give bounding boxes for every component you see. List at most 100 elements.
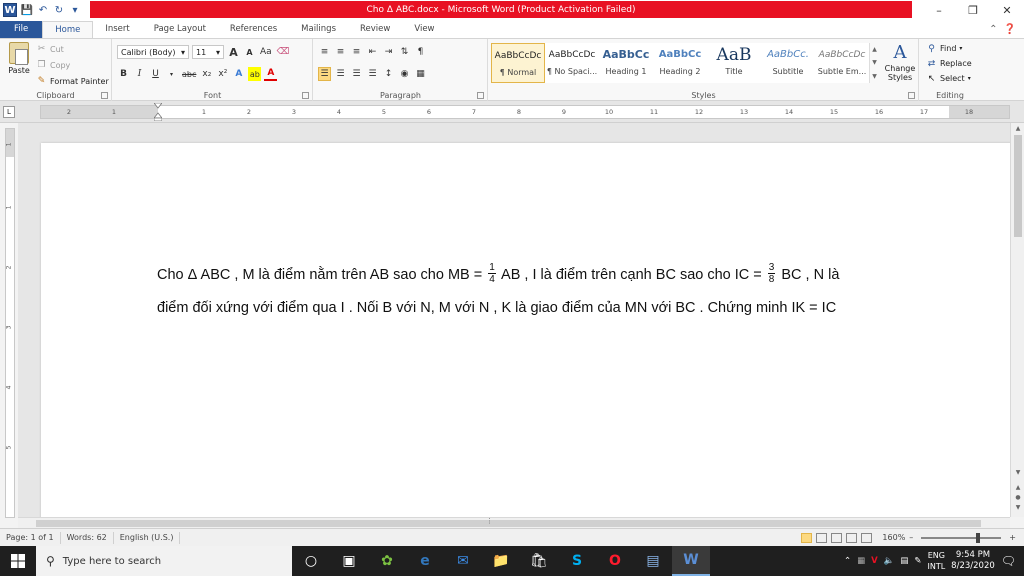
redo-icon[interactable]: ↻ — [53, 4, 65, 16]
underline-button[interactable]: U — [149, 67, 162, 81]
taskbar-search[interactable]: ⚲ Type here to search — [36, 546, 292, 576]
next-page-icon[interactable]: ▼ — [1013, 503, 1023, 513]
edge-icon[interactable]: e — [406, 546, 444, 576]
word-logo-icon[interactable]: W — [3, 3, 17, 17]
clock[interactable]: 9:54 PM 8/23/2020 — [951, 550, 995, 572]
tab-mailings[interactable]: Mailings — [289, 21, 348, 38]
borders-icon[interactable]: ▦ — [414, 67, 427, 81]
sort-icon[interactable]: ⇅ — [398, 45, 411, 59]
shrink-font-button[interactable]: A — [243, 45, 256, 59]
document-body[interactable]: Cho Δ ABC , M là điểm nằm trên AB sao ch… — [157, 259, 917, 325]
task-view-icon[interactable]: ▣ — [330, 546, 368, 576]
paragraph-launcher-icon[interactable] — [477, 92, 484, 99]
bullets-icon[interactable]: ≡ — [318, 45, 331, 59]
notification-icon[interactable]: 🗨 — [1001, 554, 1016, 568]
save-icon[interactable]: 💾 — [21, 4, 33, 16]
app-window-icon[interactable]: ▤ — [634, 546, 672, 576]
bold-button[interactable]: B — [117, 67, 130, 81]
scroll-up-icon[interactable]: ▲ — [1013, 124, 1023, 134]
numbering-icon[interactable]: ≡ — [334, 45, 347, 59]
browse-object-icon[interactable]: ● — [1013, 493, 1023, 503]
multilevel-list-icon[interactable]: ≡ — [350, 45, 363, 59]
horizontal-scroll-thumb[interactable] — [36, 520, 981, 527]
subscript-button[interactable]: x₂ — [200, 67, 213, 81]
align-left-icon[interactable]: ☰ — [318, 67, 331, 81]
opera-icon[interactable]: O — [596, 546, 634, 576]
network-icon[interactable]: ▤ — [900, 556, 908, 566]
chevron-up-icon[interactable]: ▲ — [872, 46, 877, 53]
find-button[interactable]: ⚲ Find ▾ — [926, 41, 972, 56]
decrease-indent-icon[interactable]: ⇤ — [366, 45, 379, 59]
vertical-scroll-thumb[interactable] — [1014, 135, 1022, 237]
tab-page-layout[interactable]: Page Layout — [142, 21, 218, 38]
show-formatting-button[interactable]: ¶ — [414, 45, 427, 59]
scroll-down-icon[interactable]: ▼ — [1013, 468, 1023, 478]
style-subtle-emphasis[interactable]: AaBbCcDc Subtle Em... — [815, 43, 869, 83]
input-language[interactable]: ENG INTL — [927, 550, 945, 572]
tab-insert[interactable]: Insert — [93, 21, 141, 38]
copy-button[interactable]: ❐ Copy — [36, 58, 109, 72]
justify-icon[interactable]: ☰ — [366, 67, 379, 81]
select-button[interactable]: ↖ Select ▾ — [926, 71, 972, 86]
clipboard-launcher-icon[interactable] — [101, 92, 108, 99]
style-title[interactable]: AaB Title — [707, 43, 761, 83]
zoom-slider[interactable] — [921, 532, 1002, 543]
help-icon[interactable]: ❓ — [1004, 21, 1016, 38]
tab-home[interactable]: Home — [42, 21, 94, 38]
clear-formatting-icon[interactable]: ⌫ — [276, 45, 291, 59]
style-no-spacing[interactable]: AaBbCcDc ¶ No Spaci... — [545, 43, 599, 83]
styles-gallery-scroll[interactable]: ▲ ▼ ▼ — [869, 43, 879, 83]
shading-icon[interactable]: ◉ — [398, 67, 411, 81]
chevron-down-icon[interactable]: ▼ — [872, 59, 877, 66]
store-icon[interactable]: 🛍 — [520, 546, 558, 576]
style-heading-1[interactable]: AaBbCc Heading 1 — [599, 43, 653, 83]
cut-button[interactable]: ✂ Cut — [36, 42, 109, 56]
font-color-button[interactable]: A — [264, 67, 278, 81]
increase-indent-icon[interactable]: ⇥ — [382, 45, 395, 59]
styles-launcher-icon[interactable] — [908, 92, 915, 99]
previous-page-icon[interactable]: ▲ — [1013, 483, 1023, 493]
print-layout-view-icon[interactable] — [801, 532, 813, 543]
tab-file[interactable]: File — [0, 21, 43, 38]
word-count[interactable]: Words: 62 — [61, 531, 114, 544]
more-styles-icon[interactable]: ▼ — [872, 73, 877, 80]
format-painter-button[interactable]: ✎ Format Painter — [36, 74, 109, 88]
change-styles-button[interactable]: A Change Styles — [883, 42, 917, 82]
tab-selector[interactable]: L — [3, 106, 15, 118]
tray-v-icon[interactable]: V — [871, 556, 878, 566]
style-heading-2[interactable]: AaBbCc Heading 2 — [653, 43, 707, 83]
font-size-select[interactable]: 11 ▾ — [192, 45, 224, 59]
font-name-select[interactable]: Calibri (Body) ▾ — [117, 45, 189, 59]
change-case-button[interactable]: Aa — [259, 45, 273, 59]
tray-app-icon[interactable]: ▦ — [857, 556, 865, 566]
minimize-ribbon-icon[interactable]: ⌃ — [989, 21, 997, 38]
font-launcher-icon[interactable] — [302, 92, 309, 99]
cortana-icon[interactable]: ○ — [292, 546, 330, 576]
minimize-button[interactable]: – — [922, 0, 956, 20]
align-center-icon[interactable]: ☰ — [334, 67, 347, 81]
mail-icon[interactable]: ✉ — [444, 546, 482, 576]
zoom-out-button[interactable]: – — [909, 533, 913, 542]
document-page[interactable]: Cho Δ ABC , M là điểm nằm trên AB sao ch… — [41, 143, 1010, 517]
underline-dropdown-icon[interactable]: ▾ — [165, 67, 178, 81]
volume-icon[interactable]: 🔈 — [884, 556, 895, 566]
web-layout-view-icon[interactable] — [831, 532, 843, 543]
zoom-level[interactable]: 160% — [882, 533, 905, 542]
superscript-button[interactable]: x² — [216, 67, 229, 81]
undo-icon[interactable]: ↶ — [37, 4, 49, 16]
pen-icon[interactable]: ✎ — [914, 556, 921, 566]
align-right-icon[interactable]: ☰ — [350, 67, 363, 81]
zoom-in-button[interactable]: + — [1009, 533, 1016, 542]
tab-view[interactable]: View — [402, 21, 446, 38]
draft-view-icon[interactable] — [861, 532, 873, 543]
start-button[interactable] — [0, 546, 36, 576]
horizontal-ruler[interactable]: 2 1 1 2 3 4 5 6 7 8 9 10 11 12 13 14 15 … — [40, 103, 1010, 121]
replace-button[interactable]: ⇄ Replace — [926, 56, 972, 71]
highlight-button[interactable]: ab — [248, 67, 262, 81]
file-explorer-icon[interactable]: 📁 — [482, 546, 520, 576]
outline-view-icon[interactable] — [846, 532, 858, 543]
customize-qat-icon[interactable]: ▾ — [69, 4, 81, 16]
page-count[interactable]: Page: 1 of 1 — [0, 531, 61, 544]
close-button[interactable]: ✕ — [990, 0, 1024, 20]
line-spacing-icon[interactable]: ↕ — [382, 67, 395, 81]
